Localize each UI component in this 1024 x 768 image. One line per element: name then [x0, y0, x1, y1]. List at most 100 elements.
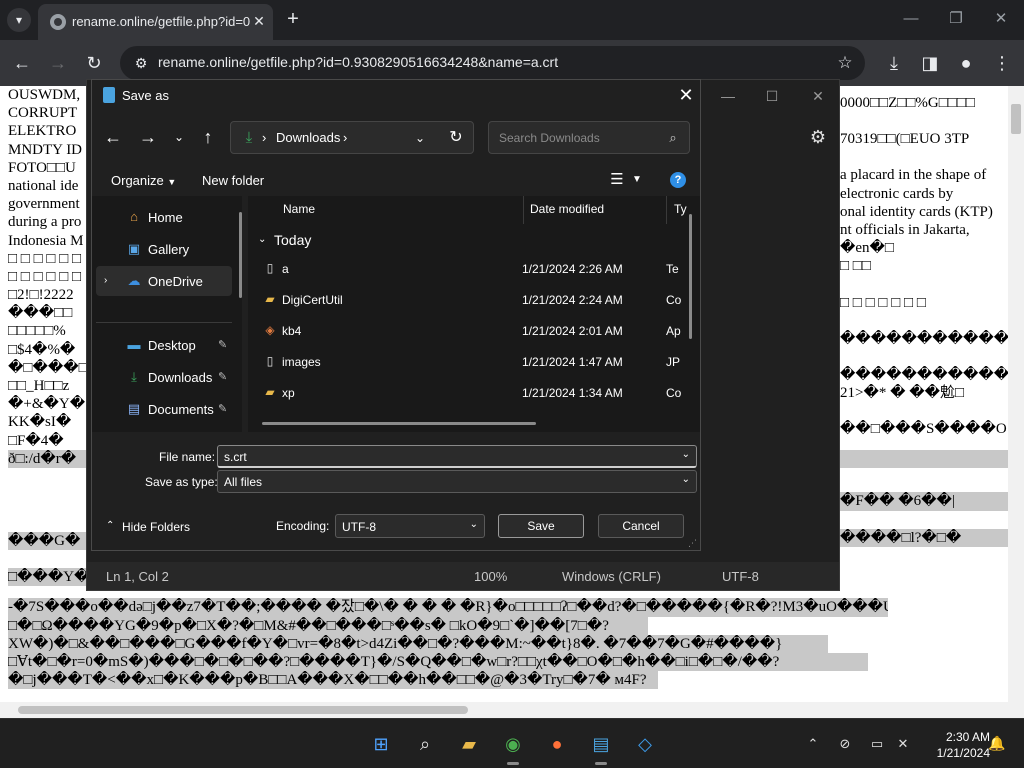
side-panel-icon[interactable]: ◨ [918, 51, 942, 75]
nav-item-downloads[interactable]: ⤓ Downloads ✎ [96, 362, 232, 392]
column-header-type[interactable]: Ty [674, 202, 687, 216]
search-icon[interactable]: ⌕ [665, 130, 681, 146]
encoding-select[interactable]: UTF-8 ⌄ [335, 514, 485, 538]
chevron-down-icon[interactable]: ▼ [632, 172, 644, 188]
file-row[interactable]: ▰ xp 1/21/2024 1:34 AM Co [248, 377, 693, 407]
minimize-icon[interactable]: — [896, 8, 926, 30]
dialog-titlebar[interactable]: Save as ✕ [92, 80, 700, 110]
windows-start-icon[interactable]: ⊞ [366, 729, 396, 759]
up-button[interactable]: ↑ [195, 124, 221, 150]
forward-button[interactable]: → [46, 51, 70, 75]
firefox-icon[interactable]: ● [542, 729, 572, 759]
search-icon[interactable]: ⌕ [410, 729, 440, 759]
file-name-field[interactable]: s.crt ⌄ [217, 445, 697, 468]
hide-folders-button[interactable]: Hide Folders [122, 520, 190, 534]
chevron-up-icon[interactable]: ⌃ [804, 735, 822, 753]
restore-icon[interactable]: ❐ [941, 8, 971, 30]
new-folder-button[interactable]: New folder [202, 173, 264, 188]
search-input[interactable]: Search Downloads [499, 131, 600, 145]
save-button[interactable]: Save [498, 514, 584, 538]
recent-locations-button[interactable]: ⌄ [166, 124, 192, 150]
address-url[interactable]: rename.online/getfile.php?id=0.930829051… [158, 54, 558, 70]
notification-bell-icon[interactable]: 🔔 [988, 735, 1005, 751]
nav-item-home[interactable]: ⌂ Home [96, 202, 232, 232]
help-icon[interactable]: ? [670, 172, 686, 188]
chevron-up-icon[interactable]: ⌃ [106, 520, 114, 531]
download-icon[interactable]: ⤓ [882, 51, 906, 75]
chevron-down-icon[interactable]: ⌄ [470, 519, 478, 530]
file-explorer-icon[interactable]: ▰ [454, 729, 484, 759]
text-fragment: 0000□□Z□□%G□□□□ [840, 95, 975, 111]
browser-tab[interactable]: rename.online/getfile.php?id=0.93 ✕ [38, 4, 273, 40]
close-icon[interactable]: ✕ [675, 84, 697, 106]
pin-icon[interactable]: ✎ [218, 370, 227, 383]
app-icon[interactable]: ◇ [630, 729, 660, 759]
chevron-down-icon[interactable]: ⌄ [682, 449, 690, 460]
clock-date[interactable]: 1/21/2024 [918, 746, 990, 760]
close-icon[interactable]: ✕ [250, 12, 268, 30]
network-off-icon[interactable]: ⊘ [836, 735, 854, 753]
file-list-vertical-scrollbar[interactable] [689, 214, 692, 339]
file-row[interactable]: ▯ a 1/21/2024 2:26 AM Te [248, 253, 693, 283]
minimize-icon[interactable]: — [713, 86, 743, 106]
column-separator[interactable] [666, 196, 667, 224]
maximize-icon[interactable]: ☐ [757, 86, 787, 106]
search-box[interactable]: Search Downloads ⌕ [488, 121, 690, 154]
file-list-horizontal-scrollbar[interactable] [262, 422, 536, 425]
profile-icon[interactable]: ● [954, 51, 978, 75]
chevron-down-icon[interactable]: ⌄ [258, 234, 266, 245]
breadcrumb-downloads[interactable]: Downloads [276, 130, 340, 145]
chevron-right-icon[interactable]: › [343, 130, 347, 145]
kebab-icon[interactable]: ⋮ [990, 51, 1014, 75]
column-separator[interactable] [523, 196, 524, 224]
nav-item-gallery[interactable]: ▣ Gallery [96, 234, 232, 264]
column-header-date[interactable]: Date modified [530, 202, 604, 216]
file-row[interactable]: ▯ images 1/21/2024 1:47 AM JP [248, 346, 693, 376]
cancel-button[interactable]: Cancel [598, 514, 684, 538]
pin-icon[interactable]: ✎ [218, 338, 227, 351]
save-type-select[interactable]: All files ⌄ [217, 470, 697, 493]
back-button[interactable]: ← [10, 51, 34, 75]
scroll-thumb[interactable] [18, 706, 468, 714]
new-tab-button[interactable]: + [282, 8, 304, 30]
pin-icon[interactable]: ✎ [218, 402, 227, 415]
back-button[interactable]: ← [100, 124, 126, 150]
encoding-value[interactable]: UTF-8 [342, 520, 376, 534]
refresh-icon[interactable]: ↻ [446, 128, 466, 148]
group-header-today[interactable]: Today [274, 232, 311, 248]
chevron-right-icon[interactable]: › [104, 274, 116, 288]
display-icon[interactable]: ▭ [868, 735, 886, 753]
reload-button[interactable]: ↻ [82, 51, 106, 75]
nav-item-onedrive[interactable]: › ☁ OneDrive [96, 266, 232, 296]
chevron-down-icon[interactable]: ⌄ [682, 474, 690, 485]
chevron-right-icon[interactable]: › [262, 130, 266, 145]
file-name-value[interactable]: s.crt [224, 450, 247, 464]
notepad-icon[interactable]: ▤ [586, 729, 616, 765]
nav-item-desktop[interactable]: ▬ Desktop ✎ [96, 330, 232, 360]
chrome-icon[interactable]: ◉ [498, 729, 528, 765]
dialog-address-bar[interactable]: ⤓ › Downloads › ⌄ ↻ [230, 121, 474, 154]
clock-time[interactable]: 2:30 AM [918, 730, 990, 744]
column-header-name[interactable]: Name [283, 202, 315, 216]
tab-search-button[interactable]: ▾ [7, 8, 31, 32]
page-vertical-scrollbar[interactable] [1008, 86, 1024, 718]
gear-icon[interactable]: ⚙ [807, 126, 829, 148]
view-list-icon[interactable]: ☰ [608, 172, 626, 188]
forward-button[interactable]: → [135, 124, 161, 150]
chevron-down-icon[interactable]: ⌄ [411, 129, 429, 147]
nav-item-documents[interactable]: ▤ Documents ✎ [96, 394, 232, 424]
file-row[interactable]: ◈ kb4 1/21/2024 2:01 AM Ap [248, 315, 693, 345]
scroll-thumb[interactable] [1011, 104, 1021, 134]
page-horizontal-scrollbar[interactable] [0, 702, 1008, 718]
organize-button[interactable]: Organize ▼ [111, 173, 176, 188]
tune-icon[interactable]: ⚙ [132, 54, 150, 72]
address-bar[interactable]: ⚙ rename.online/getfile.php?id=0.9308290… [120, 46, 865, 80]
volume-mute-icon[interactable]: ✕ [894, 735, 912, 753]
star-icon[interactable]: ☆ [835, 53, 855, 73]
file-row[interactable]: ▰ DigiCertUtil 1/21/2024 2:24 AM Co [248, 284, 693, 314]
resize-grip-icon[interactable]: ⋰ [688, 538, 698, 548]
close-icon[interactable]: ✕ [986, 8, 1016, 30]
save-type-value[interactable]: All files [224, 475, 262, 489]
nav-scrollbar[interactable] [239, 212, 242, 298]
close-icon[interactable]: ✕ [803, 86, 833, 106]
